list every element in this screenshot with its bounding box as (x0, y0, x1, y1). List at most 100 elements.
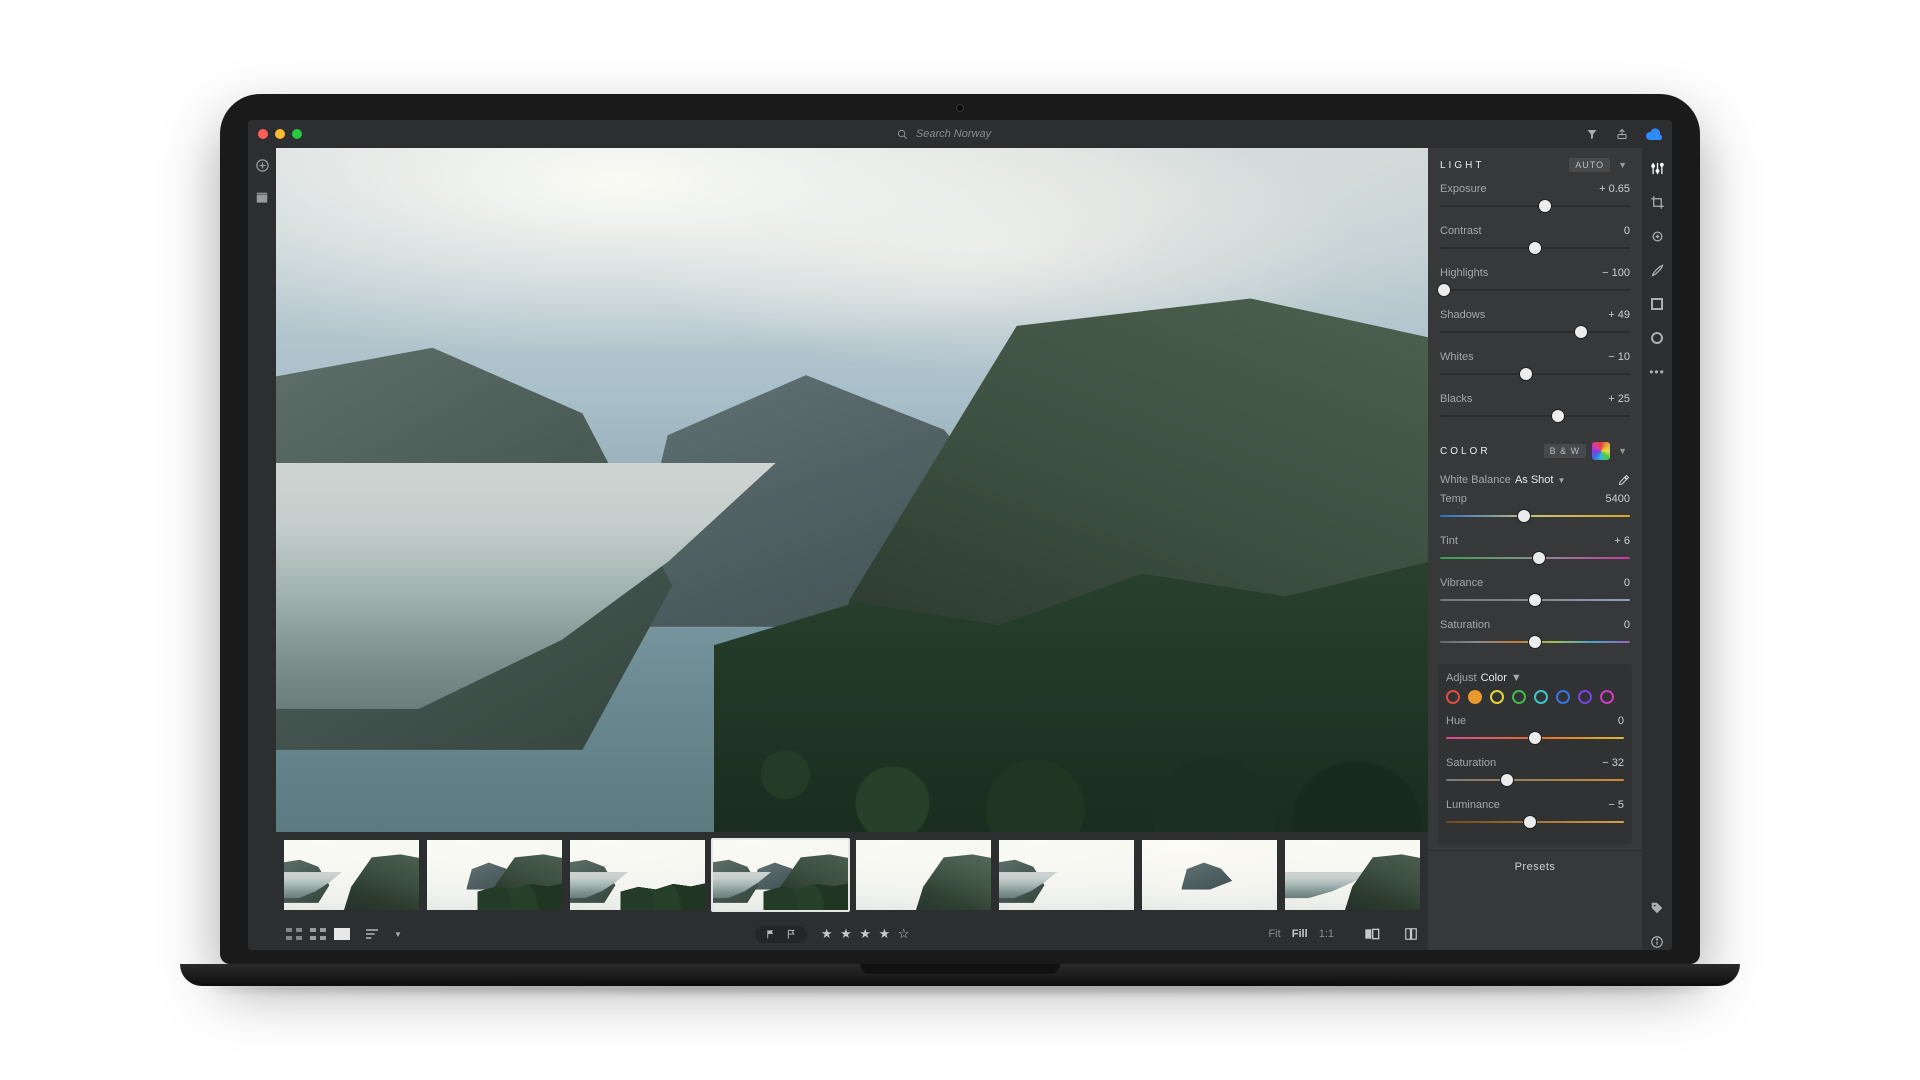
add-photo-icon[interactable] (255, 158, 270, 173)
whites-slider[interactable] (1440, 366, 1630, 382)
color-swatch[interactable] (1468, 690, 1482, 704)
zoom-fill[interactable]: Fill (1292, 928, 1308, 940)
tint-value: + 6 (1614, 535, 1630, 547)
blacks-value: + 25 (1608, 393, 1630, 405)
filmstrip-thumb[interactable] (282, 838, 421, 912)
top-right-controls (1586, 128, 1662, 140)
filmstrip-thumb[interactable] (425, 838, 564, 912)
grid-large-icon[interactable] (310, 928, 326, 940)
view-mode-group (286, 928, 350, 940)
luminance-label: Luminance (1446, 799, 1500, 811)
crop-icon[interactable] (1649, 194, 1665, 210)
search-icon (897, 129, 908, 140)
brush-icon[interactable] (1649, 262, 1665, 278)
exposure-slider[interactable] (1440, 198, 1630, 214)
laptop-bezel: Search Norway (220, 94, 1700, 964)
filmstrip-thumb[interactable] (997, 838, 1136, 912)
tint-slider[interactable] (1440, 550, 1630, 566)
filmstrip-thumb[interactable] (1283, 838, 1422, 912)
temp-slider[interactable] (1440, 508, 1630, 524)
grid-small-icon[interactable] (286, 928, 302, 940)
chevron-down-icon[interactable]: ▼ (394, 930, 402, 939)
whites-value: − 10 (1608, 351, 1630, 363)
title-bar: Search Norway (248, 120, 1672, 148)
linear-gradient-icon[interactable] (1649, 296, 1665, 312)
contrast-slider[interactable] (1440, 240, 1630, 256)
wb-label: White Balance (1440, 474, 1511, 486)
blacks-label: Blacks (1440, 393, 1472, 405)
exposure-label: Exposure (1440, 183, 1486, 195)
blacks-slider[interactable] (1440, 408, 1630, 424)
more-icon[interactable]: ••• (1649, 364, 1665, 380)
color-swatch[interactable] (1600, 690, 1614, 704)
cloud-sync-icon[interactable] (1646, 128, 1662, 140)
chevron-down-icon: ▼ (1511, 672, 1522, 684)
adjust-header[interactable]: Adjust Color ▼ (1446, 672, 1624, 684)
zoom-1to1[interactable]: 1:1 (1319, 928, 1334, 940)
color-swatch[interactable] (1578, 690, 1592, 704)
bottom-toolbar: ▼ ★ ★ ★ ★ ☆ Fit Fill 1:1 (276, 918, 1428, 950)
hue-slider[interactable] (1446, 730, 1624, 746)
left-tool-strip (248, 148, 276, 950)
luminance-slider[interactable] (1446, 814, 1624, 830)
single-view-icon[interactable] (334, 928, 350, 940)
filmstrip-thumb[interactable] (1140, 838, 1279, 912)
shadows-value: + 49 (1608, 309, 1630, 321)
close-window-button[interactable] (258, 129, 268, 139)
tag-icon[interactable] (1649, 900, 1665, 916)
saturation-slider[interactable] (1440, 634, 1630, 650)
chevron-down-icon: ▼ (1557, 476, 1565, 485)
flag-rejected-icon[interactable] (786, 929, 797, 940)
shadows-slider[interactable] (1440, 324, 1630, 340)
sort-icon[interactable] (364, 928, 380, 940)
vibrance-slider[interactable] (1440, 592, 1630, 608)
color-header[interactable]: COLOR B & W ▼ (1428, 432, 1642, 468)
compare-icon[interactable] (1404, 927, 1418, 941)
zoom-fit[interactable]: Fit (1268, 928, 1280, 940)
color-swatch[interactable] (1556, 690, 1570, 704)
filmstrip-thumb[interactable] (568, 838, 707, 912)
info-icon[interactable] (1649, 934, 1665, 950)
temp-label: Temp (1440, 493, 1467, 505)
zoom-window-button[interactable] (292, 129, 302, 139)
flag-picked-icon[interactable] (765, 929, 776, 940)
color-swatch[interactable] (1490, 690, 1504, 704)
eyedropper-icon[interactable] (1618, 474, 1630, 486)
filmstrip (276, 832, 1428, 918)
mix-sat-slider[interactable] (1446, 772, 1624, 788)
vibrance-value: 0 (1624, 577, 1630, 589)
light-header[interactable]: LIGHT AUTO ▼ (1428, 148, 1642, 180)
white-balance-row[interactable]: White Balance As Shot ▼ (1428, 468, 1642, 490)
laptop-mockup: Search Norway (220, 94, 1700, 986)
color-wheel-icon[interactable] (1592, 442, 1610, 460)
library-icon[interactable] (255, 191, 269, 205)
radial-gradient-icon[interactable] (1649, 330, 1665, 346)
auto-button[interactable]: AUTO (1569, 158, 1610, 172)
highlights-slider[interactable] (1440, 282, 1630, 298)
color-swatch[interactable] (1534, 690, 1548, 704)
content-area: ▼ ★ ★ ★ ★ ☆ Fit Fill 1:1 (248, 148, 1672, 950)
main-photo-viewport[interactable] (276, 148, 1428, 832)
color-swatch[interactable] (1446, 690, 1460, 704)
share-icon[interactable] (1616, 128, 1628, 140)
healing-icon[interactable] (1649, 228, 1665, 244)
highlights-label: Highlights (1440, 267, 1488, 279)
rating-stars[interactable]: ★ ★ ★ ★ ☆ (821, 926, 912, 942)
filter-icon[interactable] (1586, 128, 1598, 140)
before-after-icon[interactable] (1364, 928, 1380, 940)
bw-button[interactable]: B & W (1544, 444, 1587, 458)
search-field[interactable]: Search Norway (897, 128, 991, 140)
minimize-window-button[interactable] (275, 129, 285, 139)
presets-button[interactable]: Presets (1428, 850, 1642, 883)
adjust-mode: Color (1481, 672, 1507, 684)
color-swatch[interactable] (1512, 690, 1526, 704)
edit-sliders-icon[interactable] (1649, 160, 1665, 176)
chevron-down-icon: ▼ (1618, 446, 1630, 456)
filmstrip-thumb[interactable] (711, 838, 850, 912)
filmstrip-thumb[interactable] (854, 838, 993, 912)
hue-label: Hue (1446, 715, 1466, 727)
highlights-value: − 100 (1602, 267, 1630, 279)
contrast-value: 0 (1624, 225, 1630, 237)
window-controls (258, 129, 302, 139)
adjust-label: Adjust (1446, 672, 1477, 684)
